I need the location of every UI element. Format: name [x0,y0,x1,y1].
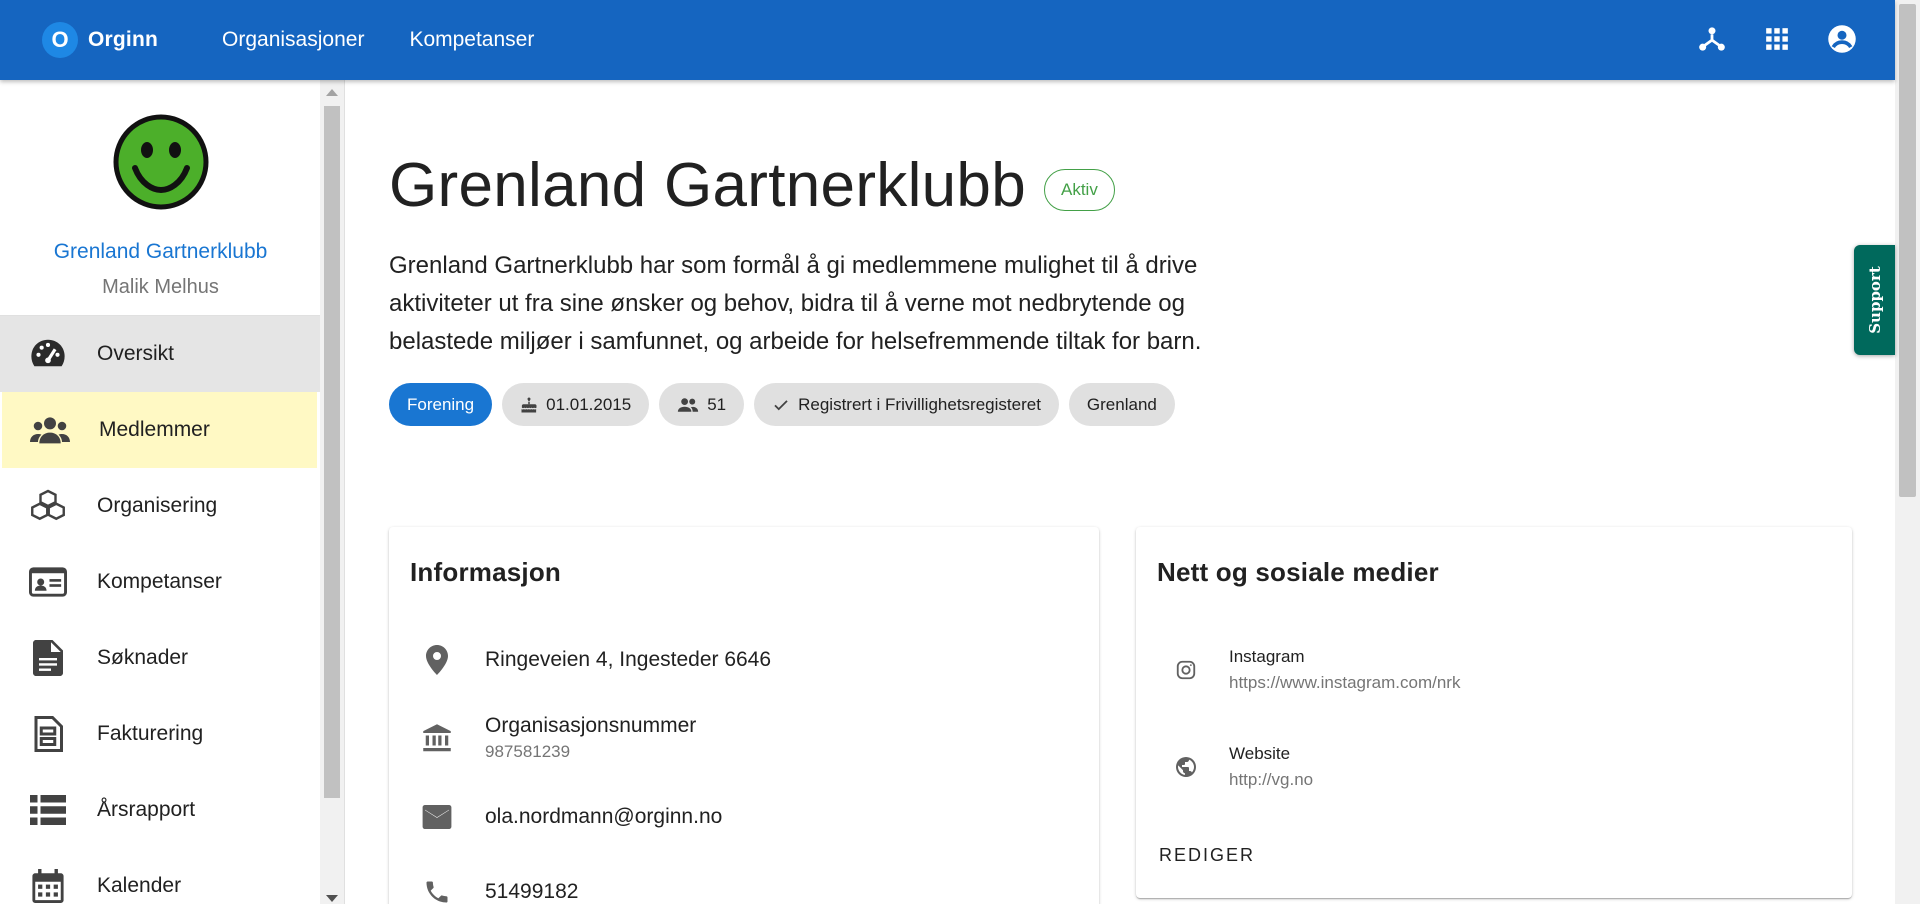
chip-label: Registrert i Frivillighetsregisteret [798,394,1041,414]
edit-button[interactable]: REDIGER [1159,845,1255,866]
scroll-up-arrow-icon[interactable] [326,89,338,96]
sidebar-profile: Grenland Gartnerklubb Malik Melhus [0,80,321,316]
brand-name: Orginn [88,28,159,51]
phone-text[interactable]: 51499182 [485,880,578,904]
header-actions [1694,21,1859,56]
sidebar-scrollbar-thumb[interactable] [324,106,340,798]
org-chips: Forening 01.01.2015 51 Registrert i Friv… [389,383,1851,426]
instagram-row[interactable]: Instagram https://www.instagram.com/nrk [1136,647,1460,693]
topnav-kompetanser[interactable]: Kompetanser [409,28,534,52]
instagram-icon [1171,655,1201,685]
social-card: Nett og sosiale medier Instagram https:/… [1136,527,1852,898]
info-card-title: Informasjon [410,557,561,587]
sidebar-item-soknader[interactable]: Søknader [0,620,321,696]
support-tab[interactable]: Support [1854,245,1895,355]
chip-org-type[interactable]: Forening [389,383,493,426]
sidebar: Grenland Gartnerklubb Malik Melhus Overs… [0,80,345,904]
hierarchy-icon[interactable] [1694,21,1729,56]
cake-icon [521,397,537,412]
website-url[interactable]: http://vg.no [1229,770,1313,790]
sidebar-item-label: Årsrapport [97,798,196,821]
sidebar-item-label: Organisering [97,494,218,517]
sidebar-item-oversikt[interactable]: Oversikt [0,316,321,392]
sidebar-item-medlemmer[interactable]: Medlemmer [2,392,317,468]
check-icon [774,399,788,410]
email-text[interactable]: ola.nordmann@orginn.no [485,805,722,829]
sidebar-item-label: Kalender [97,874,182,897]
org-number-value: 987581239 [485,742,571,761]
chip-members[interactable]: 51 [659,383,745,426]
globe-icon [1171,752,1201,782]
topnav-organisasjoner[interactable]: Organisasjoner [222,28,364,52]
sidebar-org-name[interactable]: Grenland Gartnerklubb [0,240,321,264]
chip-label: 51 [707,394,727,414]
apps-grid-icon[interactable] [1759,21,1794,56]
calendar-icon [28,866,68,904]
group-icon [30,410,70,450]
social-card-title: Nett og sosiale medier [1157,557,1439,587]
sidebar-item-kompetanser[interactable]: Kompetanser [0,544,321,620]
people-icon [678,397,699,412]
cubes-icon [28,486,68,526]
chip-founded[interactable]: 01.01.2015 [502,383,650,426]
list-icon [28,790,68,830]
bank-icon [417,718,457,758]
location-pin-icon [417,640,457,680]
sidebar-scrollbar[interactable] [320,80,344,904]
page-title: Grenland Gartnerklubb [389,151,1026,220]
sidebar-item-kalender[interactable]: Kalender [0,848,321,904]
sidebar-item-arsrapport[interactable]: Årsrapport [0,772,321,848]
main-content: Grenland Gartnerklubb Aktiv Grenland Gar… [389,80,1852,904]
id-card-icon [28,562,68,602]
address-text: Ringeveien 4, Ingesteder 6646 [485,648,772,671]
mail-icon [417,797,457,837]
page-scrollbar[interactable] [1895,0,1920,904]
chip-label: Grenland [1086,394,1157,414]
sidebar-nav: Oversikt Medlemmer Organisering Kompetan… [0,316,321,904]
chip-label: 01.01.2015 [546,394,632,414]
title-row: Grenland Gartnerklubb Aktiv [389,150,1851,221]
email-row: ola.nordmann@orginn.no [389,797,722,837]
status-badge: Aktiv [1044,168,1115,211]
website-row[interactable]: Website http://vg.no [1136,744,1313,790]
sidebar-item-label: Kompetanser [97,570,222,593]
org-description: Grenland Gartnerklubb har som formål å g… [389,252,1202,355]
top-nav: Organisasjoner Kompetanser [222,28,579,52]
chip-region[interactable]: Grenland [1068,383,1175,426]
sidebar-item-fakturering[interactable]: Fakturering [0,696,321,772]
chip-registered[interactable]: Registrert i Frivillighetsregisteret [754,383,1059,426]
speedometer-icon [28,334,68,374]
document-icon [28,638,68,678]
instagram-url[interactable]: https://www.instagram.com/nrk [1229,673,1460,693]
phone-icon [417,872,457,904]
sidebar-item-label: Søknader [97,646,189,669]
sidebar-item-organisering[interactable]: Organisering [0,468,321,544]
address-row: Ringeveien 4, Ingesteder 6646 [389,640,771,680]
instagram-label: Instagram [1229,647,1305,666]
scroll-down-arrow-icon[interactable] [326,895,338,902]
account-circle-icon[interactable] [1824,21,1859,56]
page-scrollbar-thumb[interactable] [1899,4,1916,497]
sidebar-item-label: Fakturering [97,722,204,745]
sidebar-item-label: Oversikt [97,342,175,365]
chip-label: Forening [407,394,475,414]
phone-row: 51499182 [389,872,578,904]
brand-logo: O [42,22,78,58]
website-label: Website [1229,744,1291,763]
avatar [113,114,209,210]
sidebar-user-name: Malik Melhus [102,276,219,298]
support-label: Support [1865,266,1884,334]
sidebar-item-label: Medlemmer [99,418,210,441]
info-card: Informasjon Ringeveien 4, Ingesteder 664… [389,527,1099,904]
app-header: O Orginn Organisasjoner Kompetanser [0,0,1895,80]
invoice-icon [28,714,68,754]
brand[interactable]: O Orginn [42,22,158,58]
org-number-label: Organisasjonsnummer [485,714,697,737]
org-number-row: Organisasjonsnummer 987581239 [389,714,696,762]
